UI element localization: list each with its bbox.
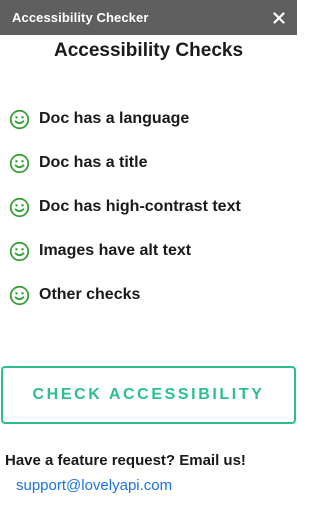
check-label: Doc has a language xyxy=(39,110,190,127)
check-label: Doc has a title xyxy=(39,154,148,171)
check-item-title: Doc has a title xyxy=(9,152,289,174)
check-label: Images have alt text xyxy=(39,242,192,259)
window-title: Accessibility Checker xyxy=(12,10,149,25)
smiley-icon xyxy=(9,241,30,261)
support-email-link[interactable]: support@lovelyapi.com xyxy=(16,477,172,494)
close-icon[interactable] xyxy=(271,10,287,26)
page-title: Accessibility Checks xyxy=(53,40,244,61)
check-item-language: Doc has a language xyxy=(9,108,289,130)
smiley-icon xyxy=(9,197,30,217)
check-item-alt-text: Images have alt text xyxy=(9,240,289,262)
smiley-icon xyxy=(9,153,30,173)
titlebar: Accessibility Checker xyxy=(0,0,297,35)
check-item-other: Other checks xyxy=(9,284,289,306)
smiley-icon xyxy=(9,285,30,305)
check-label: Other checks xyxy=(39,286,141,303)
check-accessibility-button[interactable]: CHECK ACCESSIBILITY xyxy=(1,366,296,424)
checks-list: Doc has a language Doc has a title Doc h… xyxy=(9,108,289,328)
feature-request-text: Have a feature request? Email us! xyxy=(5,452,246,469)
smiley-icon xyxy=(9,109,30,129)
check-label: Doc has high-contrast text xyxy=(39,198,241,215)
check-item-contrast: Doc has high-contrast text xyxy=(9,196,289,218)
